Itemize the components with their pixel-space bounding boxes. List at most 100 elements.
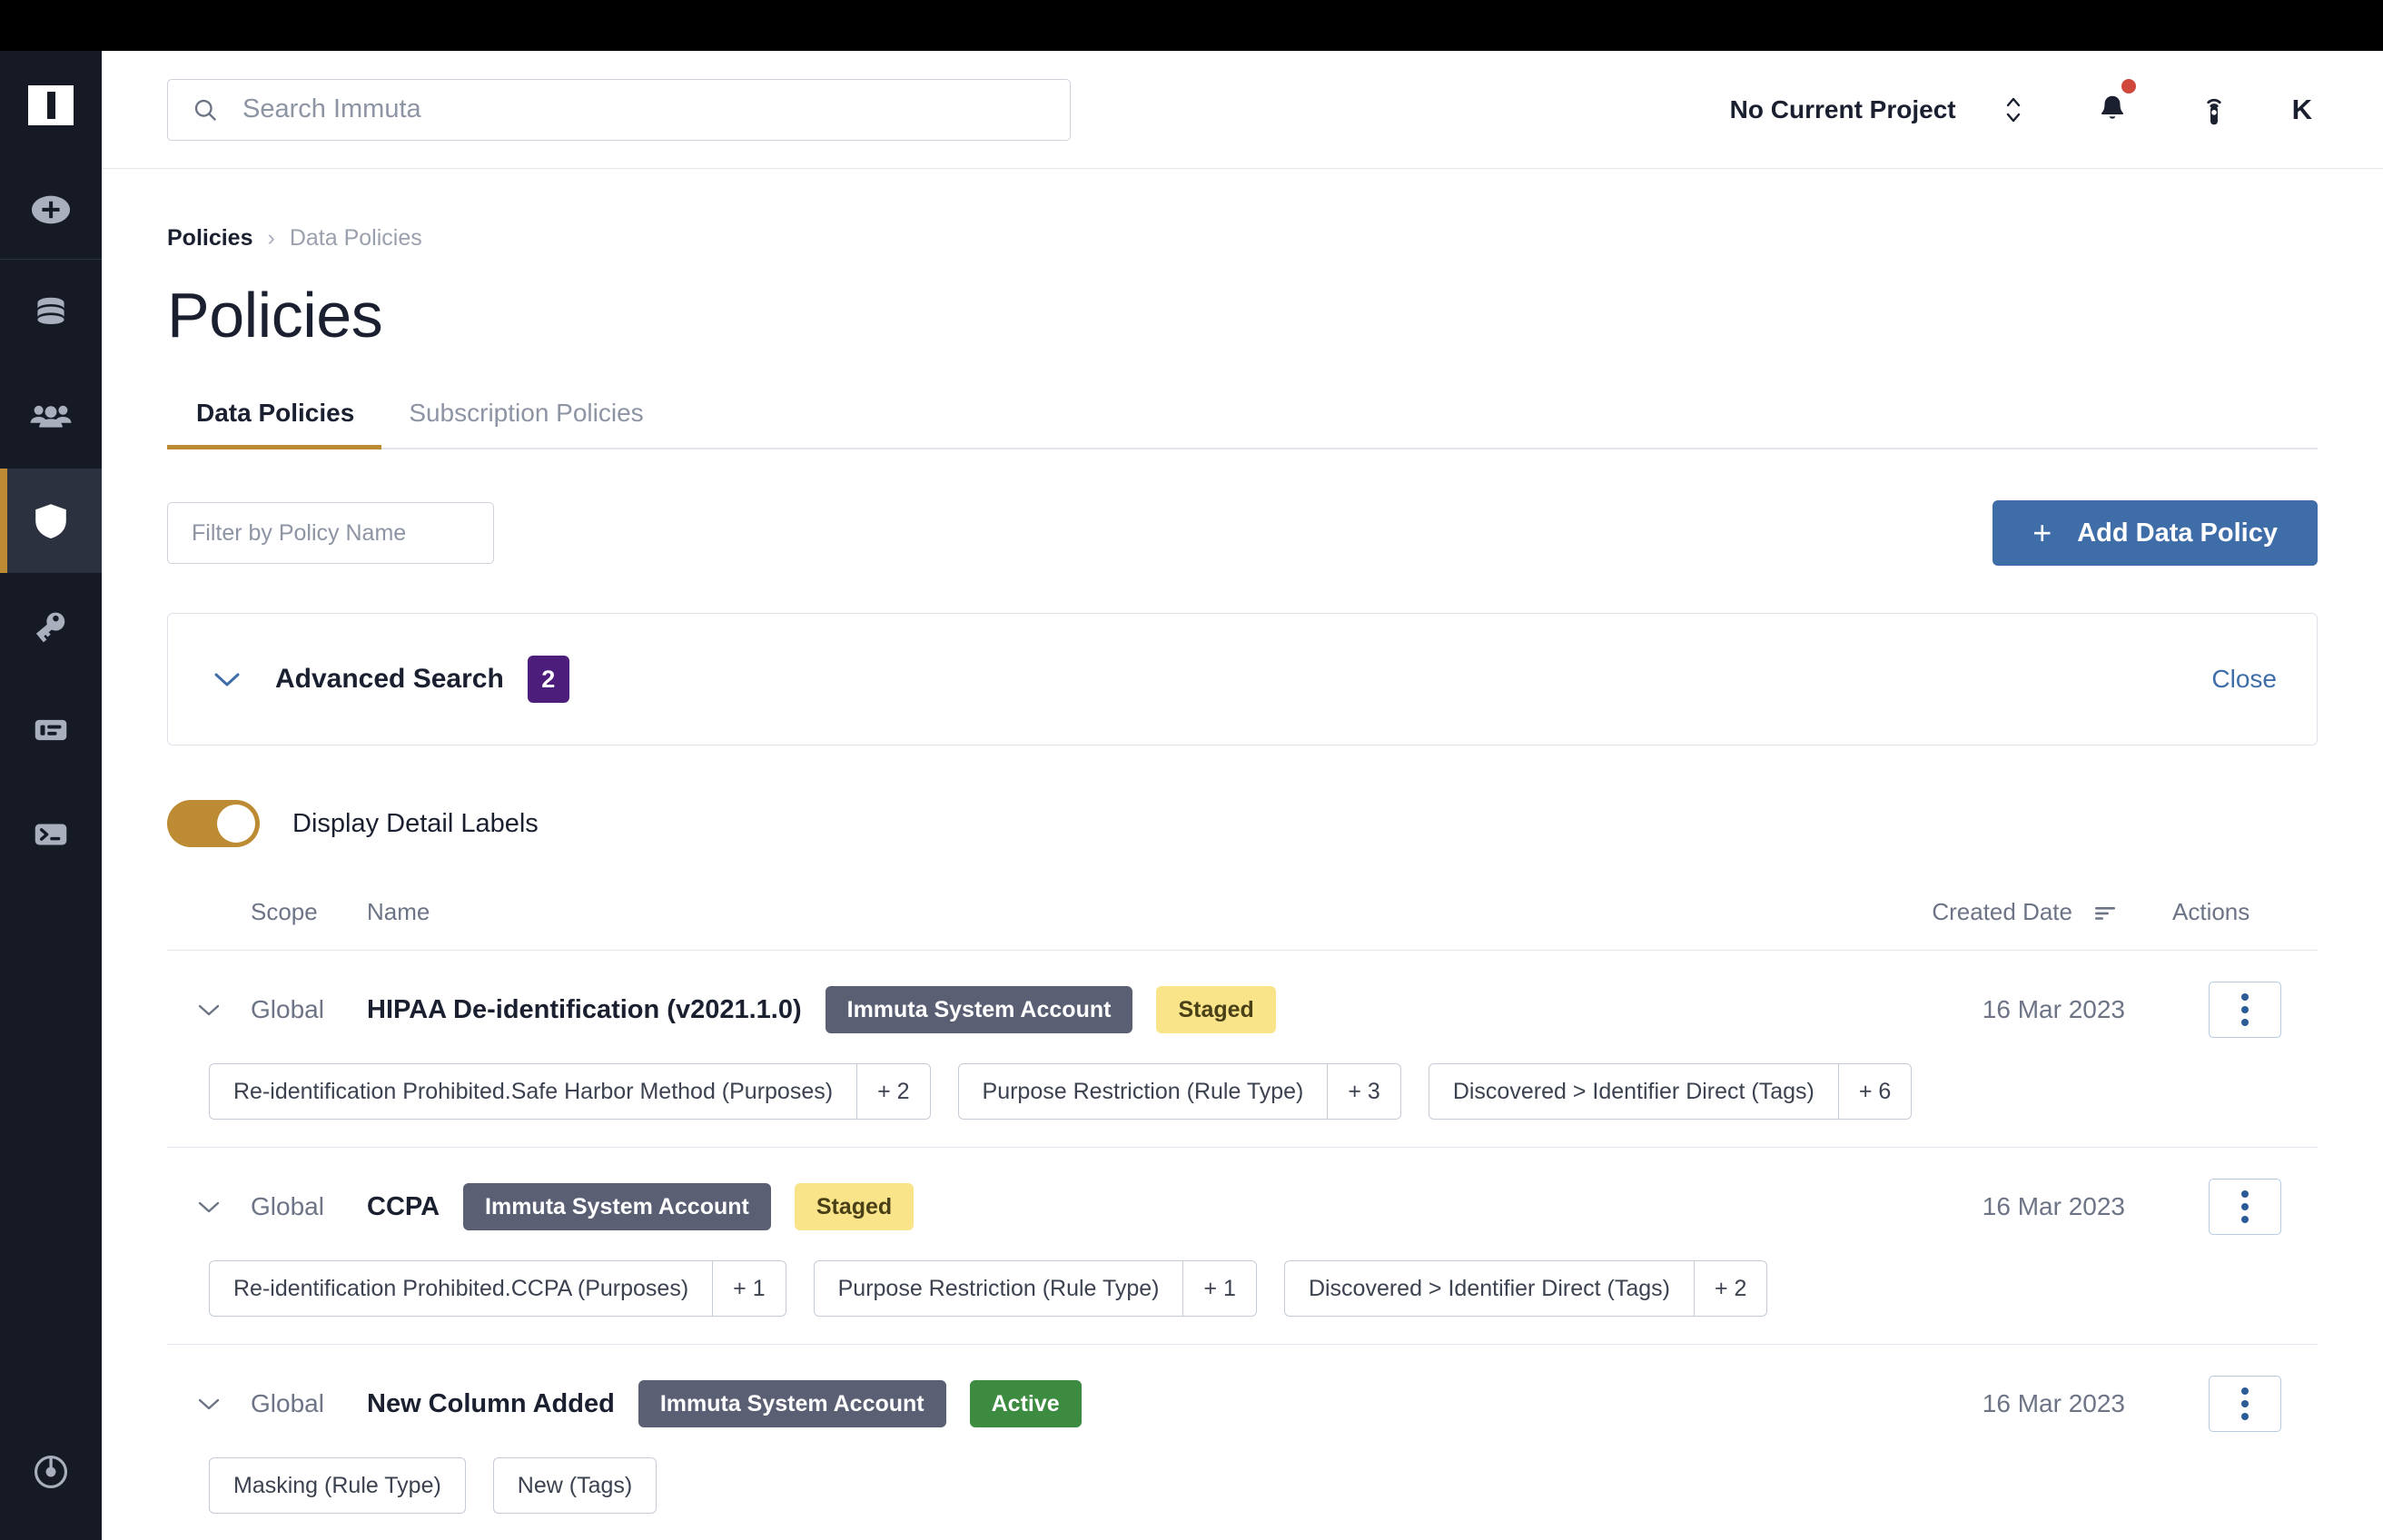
page-title: Policies [167,280,383,350]
column-header-scope: Scope [251,898,318,925]
policy-owner-pill: Immuta System Account [825,986,1133,1033]
tab-data-policies[interactable]: Data Policies [167,399,382,449]
detail-chip[interactable]: Discovered > Identifier Direct (Tags) + … [1283,1260,1768,1317]
policy-actions-cell [2172,1376,2318,1432]
detail-chip[interactable]: New (Tags) [492,1457,658,1514]
search-input[interactable] [242,94,1046,124]
detail-chip[interactable]: Masking (Rule Type) [209,1457,466,1514]
breadcrumb-separator-icon: › [267,225,275,251]
app-logo[interactable] [0,51,102,160]
policies-table: Scope Name Created Date Actions Global H… [167,898,2318,1540]
policy-name-filter-input[interactable] [167,502,494,564]
advanced-search-close-link[interactable]: Close [2211,665,2277,694]
power-icon [34,1455,68,1489]
sidebar-item-reports[interactable] [0,677,102,782]
policy-scope: Global [251,1389,324,1417]
policy-created-date: 16 Mar 2023 [1982,1389,2125,1417]
row-actions-menu-button[interactable] [2209,1376,2281,1432]
column-header-actions: Actions [2172,898,2250,925]
detail-chip-count: + 3 [1327,1064,1399,1119]
sidebar-item-logout[interactable] [0,1404,102,1540]
avatar[interactable]: K [2292,94,2312,126]
sort-descending-icon [2095,906,2115,920]
advanced-search-toggle[interactable] [208,660,246,698]
global-search-box[interactable] [167,78,1071,141]
policy-detail-chips: Re-identification Prohibited.Safe Harbor… [167,1063,2318,1120]
sidebar-item-policies[interactable] [0,469,102,573]
project-switcher-button[interactable] [1994,85,2032,134]
detail-chip-label: Purpose Restriction (Rule Type) [837,1275,1160,1301]
shield-icon [35,503,66,538]
sidebar-item-people[interactable] [0,364,102,469]
chevron-down-icon [198,1201,220,1213]
row-actions-menu-button[interactable] [2209,982,2281,1038]
chevron-up-down-icon [2006,97,2020,122]
breadcrumb-root[interactable]: Policies [167,225,253,252]
policy-created-date: 16 Mar 2023 [1982,995,2125,1023]
policy-owner-pill: Immuta System Account [463,1183,771,1230]
status-badge: Staged [1156,986,1276,1033]
policy-name[interactable]: HIPAA De-identification (v2021.1.0) [367,995,802,1025]
detail-chip-count: + 2 [1694,1261,1766,1316]
top-header: No Current Project [102,51,2383,169]
column-header-name: Name [367,898,430,925]
expand-row-button[interactable] [167,1199,251,1215]
beacon-button[interactable] [2189,83,2240,137]
kebab-menu-icon [2241,1190,2249,1223]
detail-chip[interactable]: Re-identification Prohibited.CCPA (Purpo… [209,1260,786,1317]
display-detail-labels-label: Display Detail Labels [292,808,539,838]
immuta-logo-icon [28,85,74,125]
tab-subscription-policies[interactable]: Subscription Policies [381,399,670,448]
column-header-created-date[interactable]: Created Date [1932,898,2120,926]
table-row: Global HIPAA De-identification (v2021.1.… [167,951,2318,1148]
display-detail-labels-toggle[interactable] [167,800,260,847]
add-data-policy-label: Add Data Policy [2077,518,2278,548]
detail-chip-label: Purpose Restriction (Rule Type) [982,1078,1304,1104]
bell-icon [2101,95,2123,119]
detail-chip-label: Discovered > Identifier Direct (Tags) [1452,1078,1814,1104]
plus-icon: + [2032,514,2052,551]
beacon-icon [2206,98,2221,124]
expand-row-button[interactable] [167,1396,251,1412]
policy-tabs: Data Policies Subscription Policies [167,399,2318,449]
breadcrumb: Policies › Data Policies [167,225,2318,252]
policy-name[interactable]: New Column Added [367,1389,615,1419]
detail-chip-count: + 2 [856,1064,929,1119]
detail-chip[interactable]: Re-identification Prohibited.Safe Harbor… [209,1063,931,1120]
notification-unread-dot [2121,78,2136,94]
header-actions: No Current Project K [1730,78,2383,137]
add-data-policy-button[interactable]: + Add Data Policy [1992,500,2318,566]
sidebar-item-data-sources[interactable] [0,260,102,364]
detail-chip[interactable]: Discovered > Identifier Direct (Tags) + … [1428,1063,1913,1120]
notifications-button[interactable] [2087,78,2138,137]
breadcrumb-current: Data Policies [289,225,422,251]
database-icon [37,297,64,324]
terminal-icon [35,824,67,844]
policy-actions-cell [2172,1179,2318,1235]
main-content: Policies › Data Policies Policies Data P… [102,169,2383,1540]
policy-scope: Global [251,995,324,1023]
detail-chip-count: + 1 [1182,1261,1255,1316]
advanced-search-title: Advanced Search [275,664,504,694]
sidebar-item-query[interactable] [0,782,102,886]
key-icon [35,612,65,642]
detail-chip-count: + 6 [1837,1064,1911,1119]
policy-detail-chips: Masking (Rule Type) New (Tags) [167,1457,2318,1514]
app-root: No Current Project [0,0,2383,1540]
row-actions-menu-button[interactable] [2209,1179,2281,1235]
add-button[interactable] [0,160,102,260]
policy-name[interactable]: CCPA [367,1192,440,1222]
detail-chip-count: + 1 [712,1261,785,1316]
kebab-menu-icon [2241,1387,2249,1420]
advanced-search-count-badge: 2 [527,656,569,703]
detail-chip[interactable]: Purpose Restriction (Rule Type) + 1 [813,1260,1257,1317]
report-icon [35,719,67,740]
sidebar-item-identity[interactable] [0,573,102,677]
left-nav-rail [0,51,102,1540]
detail-chip-label: Re-identification Prohibited.CCPA (Purpo… [233,1275,689,1301]
detail-chip[interactable]: Purpose Restriction (Rule Type) + 3 [957,1063,1401,1120]
chevron-down-icon [198,1398,220,1410]
policy-actions-cell [2172,982,2318,1038]
expand-row-button[interactable] [167,1002,251,1018]
plus-circle-icon [31,195,71,223]
